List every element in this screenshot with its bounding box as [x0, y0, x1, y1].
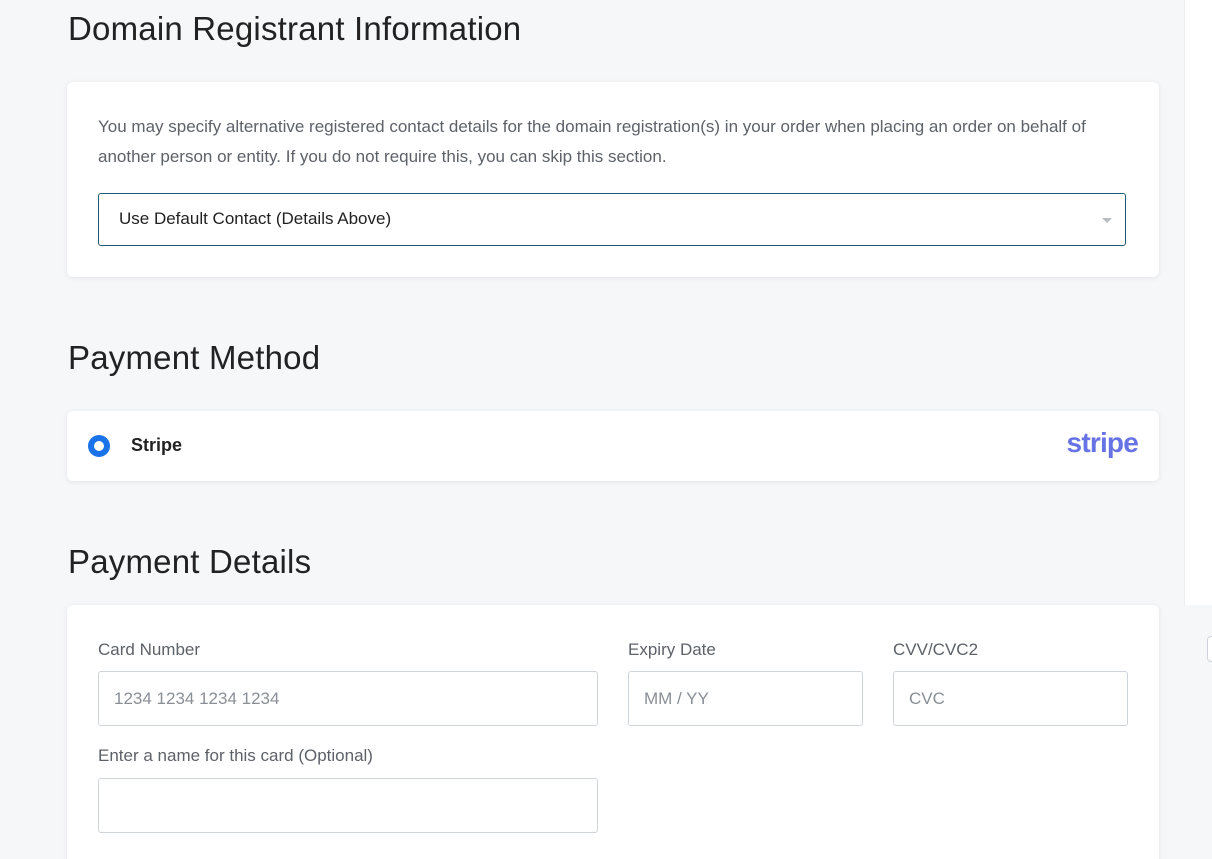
registrant-card: You may specify alternative registered c… — [67, 82, 1159, 277]
contact-select-value: Use Default Contact (Details Above) — [119, 209, 392, 228]
chevron-down-icon — [1102, 218, 1112, 223]
checkout-page: Domain Registrant Information You may sp… — [0, 0, 1212, 859]
card-number-input[interactable] — [98, 671, 598, 726]
registrant-description: You may specify alternative registered c… — [98, 117, 1086, 166]
expiry-date-label: Expiry Date — [628, 640, 716, 659]
stripe-logo: stripe — [1066, 427, 1139, 458]
payment-details-card: Card Number Expiry Date CVV/CVC2 Enter a… — [67, 605, 1159, 859]
expiry-date-input[interactable] — [628, 671, 863, 726]
card-number-label: Card Number — [98, 640, 201, 659]
cvc-input[interactable] — [893, 671, 1128, 726]
payment-method-label: Stripe — [131, 435, 183, 455]
cvc-label: CVV/CVC2 — [893, 640, 979, 659]
order-summary-panel-edge — [1184, 0, 1212, 605]
scroll-handle[interactable] — [1207, 636, 1212, 662]
payment-method-section-title: Payment Method — [68, 339, 321, 376]
registrant-section-title: Domain Registrant Information — [68, 10, 522, 47]
stripe-radio-button[interactable] — [88, 435, 110, 457]
contact-select[interactable]: Use Default Contact (Details Above) — [98, 193, 1126, 246]
card-name-label: Enter a name for this card (Optional) — [98, 746, 373, 765]
payment-details-section-title: Payment Details — [68, 543, 312, 580]
card-name-input[interactable] — [98, 778, 598, 833]
payment-method-option-stripe[interactable]: Stripe stripe — [67, 411, 1159, 481]
